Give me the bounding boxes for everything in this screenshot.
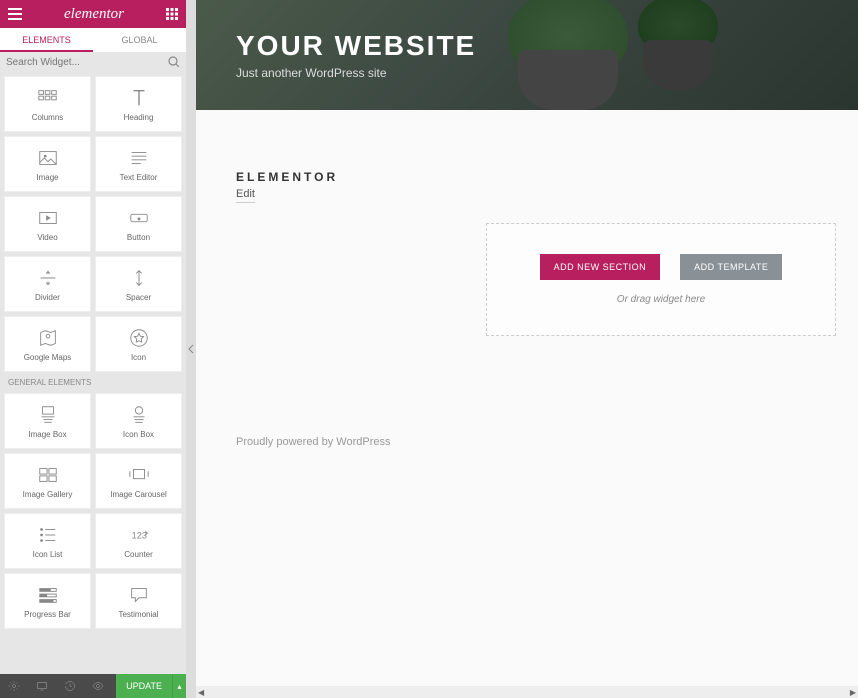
widget-icon-box[interactable]: Icon Box: [95, 393, 182, 449]
widget-label: Progress Bar: [24, 610, 71, 619]
scroll-left-icon[interactable]: ◀: [198, 688, 204, 697]
widget-image-box[interactable]: Image Box: [4, 393, 91, 449]
preview-icon[interactable]: [84, 674, 112, 698]
widget-label: Counter: [124, 550, 152, 559]
gallery-icon: [37, 464, 59, 490]
search-input[interactable]: [6, 57, 168, 68]
video-icon: [37, 207, 59, 233]
section-general: GENERAL ELEMENTS: [4, 372, 182, 393]
hero: YOUR WEBSITE Just another WordPress site: [196, 0, 858, 110]
tab-elements[interactable]: ELEMENTS: [0, 28, 93, 52]
divider-icon: [37, 267, 59, 293]
widget-label: Icon List: [33, 550, 63, 559]
widget-label: Columns: [32, 113, 64, 122]
widget-label: Image Gallery: [23, 490, 73, 499]
widget-columns[interactable]: Columns: [4, 76, 91, 132]
star-icon: [128, 327, 150, 353]
columns-icon: [37, 87, 59, 113]
widget-icon-list[interactable]: Icon List: [4, 513, 91, 569]
scroll-right-icon[interactable]: ▶: [850, 688, 856, 697]
icon-list-icon: [37, 524, 59, 550]
svg-text:123: 123: [131, 530, 146, 540]
drop-area[interactable]: ADD NEW SECTION ADD TEMPLATE Or drag wid…: [486, 223, 836, 336]
widget-label: Spacer: [126, 293, 151, 302]
collapse-handle[interactable]: [186, 0, 196, 698]
horizontal-scrollbar[interactable]: ◀ ▶: [196, 686, 858, 698]
image-box-icon: [37, 404, 59, 430]
widget-label: Heading: [124, 113, 154, 122]
menu-icon[interactable]: [8, 8, 22, 20]
page-title: ELEMENTOR: [236, 170, 818, 184]
add-template-button[interactable]: ADD TEMPLATE: [680, 254, 782, 280]
responsive-icon[interactable]: [28, 674, 56, 698]
maps-icon: [37, 327, 59, 353]
spacer-icon: [128, 267, 150, 293]
widget-google-maps[interactable]: Google Maps: [4, 316, 91, 372]
update-caret[interactable]: ▴: [172, 674, 186, 698]
widget-label: Video: [37, 233, 57, 242]
add-section-button[interactable]: ADD NEW SECTION: [540, 254, 661, 280]
progress-icon: [37, 584, 59, 610]
image-icon: [37, 147, 59, 173]
settings-icon[interactable]: [0, 674, 28, 698]
widget-label: Icon Box: [123, 430, 154, 439]
update-button[interactable]: UPDATE: [116, 674, 172, 698]
site-tagline: Just another WordPress site: [236, 66, 818, 80]
testimonial-icon: [128, 584, 150, 610]
widget-testimonial[interactable]: Testimonial: [95, 573, 182, 629]
tab-global[interactable]: GLOBAL: [93, 28, 186, 52]
text-editor-icon: [128, 147, 150, 173]
widget-heading[interactable]: Heading: [95, 76, 182, 132]
widget-label: Image: [36, 173, 58, 182]
widget-icon[interactable]: Icon: [95, 316, 182, 372]
apps-icon[interactable]: [166, 8, 178, 20]
widget-image[interactable]: Image: [4, 136, 91, 192]
widget-button[interactable]: Button: [95, 196, 182, 252]
widget-label: Icon: [131, 353, 146, 362]
edit-link[interactable]: Edit: [236, 188, 255, 203]
widget-divider[interactable]: Divider: [4, 256, 91, 312]
widget-label: Google Maps: [24, 353, 72, 362]
widget-label: Testimonial: [118, 610, 158, 619]
logo: elementor: [64, 6, 124, 23]
widget-label: Image Carousel: [110, 490, 166, 499]
widget-label: Image Box: [28, 430, 66, 439]
heading-icon: [128, 87, 150, 113]
icon-box-icon: [128, 404, 150, 430]
button-icon: [128, 207, 150, 233]
history-icon[interactable]: [56, 674, 84, 698]
widget-text-editor[interactable]: Text Editor: [95, 136, 182, 192]
footer-credits: Proudly powered by WordPress: [196, 376, 858, 468]
widget-spacer[interactable]: Spacer: [95, 256, 182, 312]
site-title: YOUR WEBSITE: [236, 30, 818, 62]
widget-image-carousel[interactable]: Image Carousel: [95, 453, 182, 509]
widget-label: Text Editor: [120, 173, 158, 182]
carousel-icon: [128, 464, 150, 490]
counter-icon: 123: [128, 524, 150, 550]
search-icon[interactable]: [168, 56, 180, 68]
widget-image-gallery[interactable]: Image Gallery: [4, 453, 91, 509]
widget-video[interactable]: Video: [4, 196, 91, 252]
widget-counter[interactable]: 123 Counter: [95, 513, 182, 569]
widget-label: Button: [127, 233, 150, 242]
drop-hint: Or drag widget here: [617, 294, 705, 305]
widget-label: Divider: [35, 293, 60, 302]
widget-progress-bar[interactable]: Progress Bar: [4, 573, 91, 629]
